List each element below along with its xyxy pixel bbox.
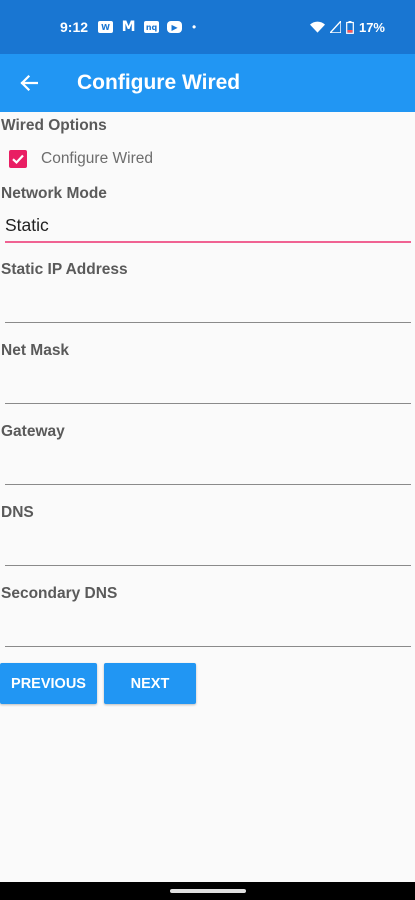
dns-label: DNS [1, 504, 34, 521]
network-mode-field[interactable]: Static [5, 203, 411, 243]
configure-wired-row[interactable]: Configure Wired [0, 139, 415, 179]
static-ip-label: Static IP Address [1, 261, 128, 278]
battery-icon [346, 20, 354, 34]
gmail-notification-icon: M [121, 19, 136, 35]
configure-wired-label: Configure Wired [41, 150, 153, 167]
gateway-label: Gateway [1, 423, 65, 440]
wifi-icon [309, 21, 325, 33]
back-button[interactable] [0, 54, 58, 112]
form-content: Wired Options Configure Wired Network Mo… [0, 112, 415, 704]
word-notification-icon: W [98, 21, 114, 33]
configure-wired-checkbox[interactable] [9, 150, 27, 168]
secondary-dns-field[interactable] [5, 603, 411, 647]
status-bar: 9:12 W M nq ▶ • 17% [0, 0, 415, 54]
navigation-buttons: PREVIOUS NEXT [0, 663, 415, 704]
net-mask-field[interactable] [5, 360, 411, 404]
page-title: Configure Wired [77, 71, 241, 94]
battery-percentage: 17% [358, 19, 385, 35]
arrow-back-icon [20, 74, 38, 92]
checkmark-icon [12, 154, 24, 165]
next-button[interactable]: NEXT [104, 663, 196, 704]
net-mask-label: Net Mask [1, 342, 70, 359]
dns-field[interactable] [5, 522, 411, 566]
network-mode-value: Static [5, 215, 49, 235]
cell-signal-icon [329, 21, 341, 33]
wired-options-label: Wired Options [1, 117, 107, 134]
more-notifications-dot-icon: • [192, 20, 197, 34]
gateway-field[interactable] [5, 441, 411, 485]
app-notification-icon: nq [144, 21, 160, 33]
status-time: 9:12 [60, 19, 89, 35]
app-bar: Configure Wired [0, 54, 415, 112]
youtube-notification-icon: ▶ [167, 21, 183, 33]
system-nav-bar [0, 882, 415, 900]
status-left: 9:12 W M nq ▶ • [60, 19, 196, 35]
home-gesture-handle[interactable] [169, 889, 246, 893]
static-ip-field[interactable] [5, 279, 411, 323]
status-right: 17% [309, 19, 385, 35]
secondary-dns-label: Secondary DNS [1, 585, 118, 602]
previous-button[interactable]: PREVIOUS [0, 663, 97, 704]
network-mode-label: Network Mode [1, 185, 107, 202]
